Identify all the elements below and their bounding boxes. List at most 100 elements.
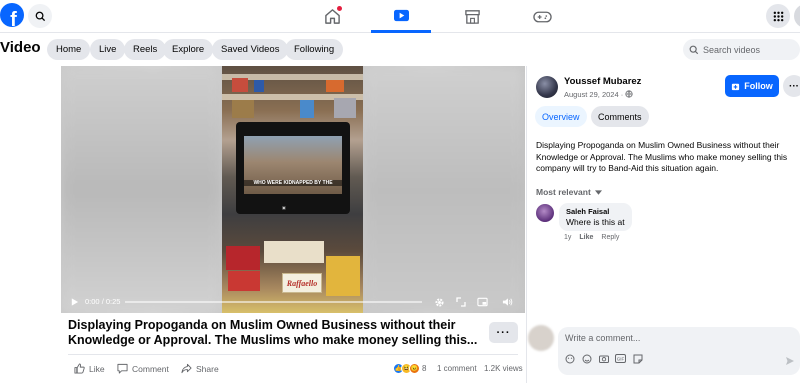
monitor-logo: ▣	[282, 205, 286, 210]
post-date-text: August 29, 2024 ·	[564, 90, 624, 99]
miniplayer-button[interactable]	[475, 295, 489, 309]
nav-tab-home[interactable]	[302, 0, 362, 33]
pill-following[interactable]: Following	[285, 39, 344, 60]
comment-like-button[interactable]: Like	[579, 234, 593, 241]
video-icon	[393, 9, 409, 21]
gear-icon	[434, 297, 444, 307]
comment-composer[interactable]: Write a comment... GIF	[558, 327, 800, 375]
comment-sort-dropdown[interactable]: Most relevant	[536, 187, 603, 197]
post-description: Displaying Propoganda on Muslim Owned Bu…	[536, 140, 788, 173]
like-label: Like	[89, 363, 105, 374]
expand-icon	[456, 297, 466, 307]
share-label: Share	[196, 363, 219, 374]
globe-icon	[625, 90, 633, 98]
search-icon	[689, 45, 699, 54]
video-controls: 0:00 / 0:25	[61, 291, 525, 313]
video-time: 0:00 / 0:25	[85, 297, 121, 306]
miniplayer-icon	[476, 297, 488, 307]
volume-button[interactable]	[500, 295, 514, 309]
share-button[interactable]: Share	[181, 363, 219, 374]
follow-page-icon	[732, 83, 740, 90]
emoji-button[interactable]	[581, 353, 592, 364]
blurred-backdrop-left	[61, 66, 222, 313]
composer-placeholder: Write a comment...	[565, 333, 641, 343]
view-count: 1.2K views	[484, 364, 523, 373]
author-avatar[interactable]	[536, 76, 558, 98]
play-button[interactable]	[67, 295, 81, 309]
play-icon	[71, 298, 78, 306]
send-icon	[786, 357, 794, 365]
divider	[68, 354, 518, 355]
comment-age[interactable]: 1y	[564, 234, 571, 241]
nav-tab-marketplace[interactable]	[442, 0, 502, 33]
thumbs-up-icon	[74, 363, 85, 374]
expand-button[interactable]	[454, 295, 468, 309]
monitor-screen: WHO WERE KIDNAPPED BY THE	[244, 136, 342, 194]
caret-down-icon	[595, 190, 603, 195]
comment-button[interactable]: Comment	[117, 363, 169, 374]
commenter-avatar[interactable]	[536, 204, 554, 222]
pill-explore[interactable]: Explore	[163, 39, 214, 60]
commenter-name[interactable]: Saleh Faisal	[566, 207, 625, 216]
page-title: Video	[0, 39, 41, 56]
pill-reels[interactable]: Reels	[124, 39, 167, 60]
comment-text: Where is this at	[566, 217, 625, 227]
blurred-backdrop-right	[363, 66, 525, 313]
avatar-sticker-icon	[565, 354, 574, 363]
tab-overview[interactable]: Overview	[535, 106, 587, 127]
search-videos-placeholder: Search videos	[703, 44, 761, 55]
comment-bubble: Saleh Faisal Where is this at	[559, 203, 632, 231]
comment-sort-label: Most relevant	[536, 187, 591, 197]
search-videos-input[interactable]: Search videos	[683, 39, 800, 60]
pill-saved-videos[interactable]: Saved Videos	[212, 39, 289, 60]
comment-icon	[117, 363, 128, 374]
avatar-sticker-button[interactable]	[564, 353, 575, 364]
emoji-icon	[582, 354, 591, 363]
pill-live[interactable]: Live	[90, 39, 126, 60]
tab-comments[interactable]: Comments	[591, 106, 649, 127]
time-total: 0:25	[105, 297, 121, 306]
monitor-caption: WHO WERE KIDNAPPED BY THE	[244, 180, 342, 186]
video-subnav: Video Home Live Reels Explore Saved Vide…	[0, 33, 800, 66]
gif-icon: GIF	[615, 354, 626, 363]
volume-icon	[502, 298, 512, 306]
monitor-display: WHO WERE KIDNAPPED BY THE ▣	[236, 122, 350, 214]
post-title: Displaying Propoganda on Muslim Owned Bu…	[68, 318, 478, 347]
video-progress-bar[interactable]	[125, 301, 422, 303]
search-button[interactable]	[28, 4, 52, 28]
camera-icon	[598, 355, 609, 363]
panel-more-button[interactable]: ···	[783, 75, 800, 97]
reaction-summary[interactable]: 👍 😆 😠 8	[393, 363, 426, 374]
sticker-icon	[633, 354, 642, 363]
angry-reaction-icon: 😠	[409, 363, 420, 374]
gaming-icon	[532, 11, 552, 22]
settings-button[interactable]	[432, 295, 446, 309]
video-player[interactable]: WHO WERE KIDNAPPED BY THE ▣ Raffaello 0:…	[61, 66, 525, 313]
time-current: 0:00	[85, 297, 100, 306]
top-navigation-bar: f	[0, 0, 800, 33]
like-button[interactable]: Like	[74, 363, 105, 374]
nav-tab-video[interactable]	[371, 0, 431, 33]
video-frame: WHO WERE KIDNAPPED BY THE ▣ Raffaello	[222, 66, 363, 313]
comment-reply-button[interactable]: Reply	[601, 234, 619, 241]
menu-button[interactable]	[766, 4, 790, 28]
comment-meta: 1y Like Reply	[564, 234, 619, 241]
account-avatar[interactable]	[794, 4, 800, 28]
author-name[interactable]: Youssef Mubarez	[564, 76, 641, 87]
post-more-button[interactable]: ···	[489, 322, 518, 343]
follow-button[interactable]: Follow	[725, 75, 779, 97]
reaction-count: 8	[422, 364, 427, 373]
menu-grid-icon	[773, 11, 783, 21]
follow-label: Follow	[744, 81, 773, 91]
search-icon	[35, 11, 45, 21]
facebook-logo[interactable]: f	[0, 3, 24, 27]
composer-avatar	[528, 325, 554, 351]
comment-label: Comment	[132, 363, 169, 374]
pill-home[interactable]: Home	[47, 39, 91, 60]
camera-button[interactable]	[598, 353, 609, 364]
send-comment-button[interactable]	[785, 353, 795, 371]
nav-tab-gaming[interactable]	[512, 0, 572, 33]
sticker-button[interactable]	[632, 353, 643, 364]
comment-count[interactable]: 1 comment	[437, 364, 477, 373]
gif-button[interactable]: GIF	[615, 353, 626, 364]
